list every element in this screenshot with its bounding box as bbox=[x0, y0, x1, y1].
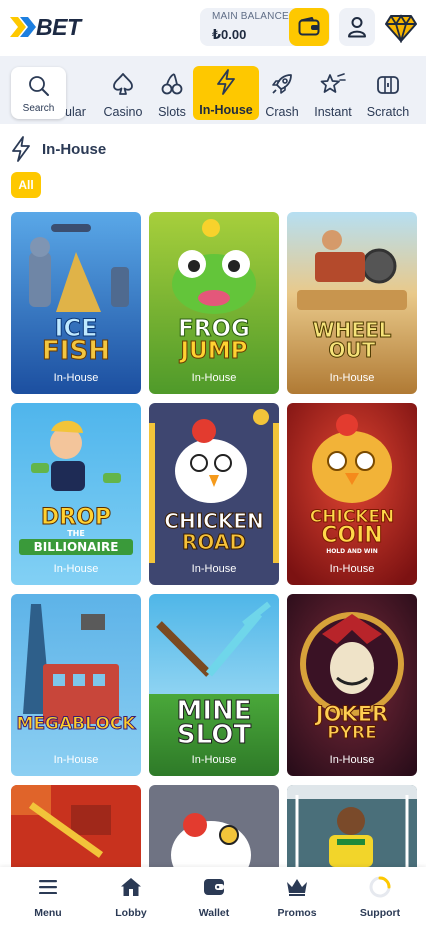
game-tile-10[interactable] bbox=[11, 785, 141, 867]
game-tile-10-artwork bbox=[11, 785, 141, 867]
nav-promos[interactable]: Promos bbox=[262, 875, 332, 919]
spade-icon bbox=[113, 73, 133, 95]
chicken-coin-title-small: HOLD AND WIN bbox=[326, 548, 378, 555]
tile-tag: In-House bbox=[191, 563, 237, 575]
wheel-out-artwork bbox=[287, 212, 417, 394]
tile-tag: In-House bbox=[53, 754, 99, 766]
tab-in-house[interactable]: In-House bbox=[193, 66, 259, 120]
nav-menu[interactable]: Menu bbox=[13, 875, 83, 919]
profile-button[interactable] bbox=[339, 8, 375, 46]
section-heading: In-House bbox=[10, 136, 106, 162]
search-button[interactable]: Search bbox=[11, 67, 66, 119]
menu-icon bbox=[39, 880, 57, 894]
wheel-out-title-line1: WHEEL bbox=[312, 318, 392, 342]
nav-support-label: Support bbox=[359, 907, 401, 919]
nav-wallet-label: Wallet bbox=[198, 907, 230, 919]
ice-fish-title-line2: FISH bbox=[42, 336, 111, 366]
nav-lobby-label: Lobby bbox=[115, 907, 147, 919]
balance-value: ₺0.00 bbox=[212, 27, 247, 42]
tile-tag: In-House bbox=[191, 754, 237, 766]
user-icon bbox=[348, 17, 366, 38]
game-tile-ice-fish[interactable]: ICE FISH In-House bbox=[11, 212, 141, 394]
game-tile-frog-jump[interactable]: FROG JUMP In-House bbox=[149, 212, 279, 394]
ice-fish-artwork bbox=[11, 212, 141, 394]
support-icon bbox=[369, 876, 391, 898]
diamond-icon[interactable] bbox=[385, 13, 417, 43]
lightning-icon bbox=[12, 136, 30, 162]
drop-billionaire-artwork bbox=[11, 403, 141, 585]
game-tile-11[interactable] bbox=[149, 785, 279, 867]
wallet-icon bbox=[298, 17, 320, 36]
filter-all-chip[interactable]: All bbox=[11, 172, 41, 198]
chicken-coin-artwork bbox=[287, 403, 417, 585]
wheel-out-title-line2: OUT bbox=[328, 338, 376, 362]
cherries-icon bbox=[161, 73, 183, 95]
logo-x-mark-icon bbox=[10, 17, 36, 37]
star-burst-icon bbox=[320, 73, 346, 93]
home-icon bbox=[121, 878, 141, 896]
joker-pyre-title-line1: JOKER bbox=[315, 702, 389, 726]
wallet-icon bbox=[204, 879, 224, 895]
app-header: BET MAIN BALANCE ₺0.00 bbox=[0, 0, 426, 56]
deposit-wallet-button[interactable] bbox=[289, 8, 329, 46]
drop-billionaire-title-small: THE bbox=[67, 529, 85, 538]
tab-crash[interactable]: Crash bbox=[262, 67, 302, 119]
tab-instant-label: Instant bbox=[314, 105, 352, 119]
frog-jump-artwork bbox=[149, 212, 279, 394]
game-tile-chicken-road[interactable]: CHICKEN ROAD In-House bbox=[149, 403, 279, 585]
game-tile-mine-slot[interactable]: MINE SLOT In-House bbox=[149, 594, 279, 776]
nav-support[interactable]: Support bbox=[345, 875, 415, 919]
nav-menu-label: Menu bbox=[34, 907, 62, 919]
joker-pyre-artwork bbox=[287, 594, 417, 776]
brand-logo[interactable]: BET bbox=[10, 13, 81, 41]
tab-crash-label: Crash bbox=[265, 105, 299, 119]
game-tile-chicken-coin[interactable]: CHICKEN COIN HOLD AND WIN In-House bbox=[287, 403, 417, 585]
crown-icon bbox=[287, 879, 307, 896]
tab-slots-label: Slots bbox=[158, 105, 186, 119]
chicken-road-title-line1: CHICKEN bbox=[164, 509, 264, 533]
tab-scratch[interactable]: Scratch bbox=[362, 67, 414, 119]
nav-promos-label: Promos bbox=[277, 907, 317, 919]
scratch-icon bbox=[377, 76, 399, 94]
tile-tag: In-House bbox=[53, 563, 99, 575]
nav-wallet[interactable]: Wallet bbox=[179, 875, 249, 919]
game-tile-joker-pyre[interactable]: JOKER PYRE In-House bbox=[287, 594, 417, 776]
tile-tag: In-House bbox=[191, 372, 237, 384]
tab-in-house-label: In-House bbox=[199, 103, 253, 117]
chicken-road-title-line2: ROAD bbox=[182, 530, 247, 554]
drop-billionaire-title-line1: DROP bbox=[40, 505, 112, 530]
tab-slots[interactable]: Slots bbox=[152, 67, 192, 119]
tile-tag: In-House bbox=[329, 563, 375, 575]
balance-label: MAIN BALANCE bbox=[212, 11, 289, 22]
chicken-coin-title-line2: COIN bbox=[321, 523, 383, 548]
megablock-title: MEGABLOCK bbox=[16, 714, 136, 734]
megablock-artwork bbox=[11, 594, 141, 776]
rocket-icon bbox=[272, 74, 292, 94]
tile-tag: In-House bbox=[53, 372, 99, 384]
game-tile-wheel-out[interactable]: WHEEL OUT In-House bbox=[287, 212, 417, 394]
game-tile-drop-the-billionaire[interactable]: DROP THE BILLIONAIRE In-House bbox=[11, 403, 141, 585]
section-title: In-House bbox=[42, 140, 107, 158]
mine-slot-title-line2: SLOT bbox=[176, 720, 252, 750]
lightning-icon bbox=[217, 69, 235, 95]
tab-casino-label: Casino bbox=[103, 105, 143, 119]
bottom-navigation: Menu Lobby Wallet Promos Support bbox=[0, 867, 426, 931]
game-tile-megablock[interactable]: MEGABLOCK In-House bbox=[11, 594, 141, 776]
joker-pyre-title-line2: PYRE bbox=[327, 723, 377, 743]
game-tile-12[interactable] bbox=[287, 785, 417, 867]
tab-casino[interactable]: Casino bbox=[98, 67, 148, 119]
tab-scratch-label: Scratch bbox=[366, 105, 410, 119]
game-tile-11-artwork bbox=[149, 785, 279, 867]
drop-billionaire-title-line2: BILLIONAIRE bbox=[19, 539, 133, 555]
search-label: Search bbox=[22, 103, 55, 114]
chicken-road-artwork bbox=[149, 403, 279, 585]
tile-tag: In-House bbox=[329, 372, 375, 384]
frog-jump-title-line2: JUMP bbox=[180, 338, 248, 364]
tab-instant[interactable]: Instant bbox=[310, 67, 356, 119]
search-icon bbox=[28, 76, 49, 96]
nav-lobby[interactable]: Lobby bbox=[96, 875, 166, 919]
logo-text: BET bbox=[36, 13, 81, 40]
tile-tag: In-House bbox=[329, 754, 375, 766]
game-tile-12-artwork bbox=[287, 785, 417, 867]
